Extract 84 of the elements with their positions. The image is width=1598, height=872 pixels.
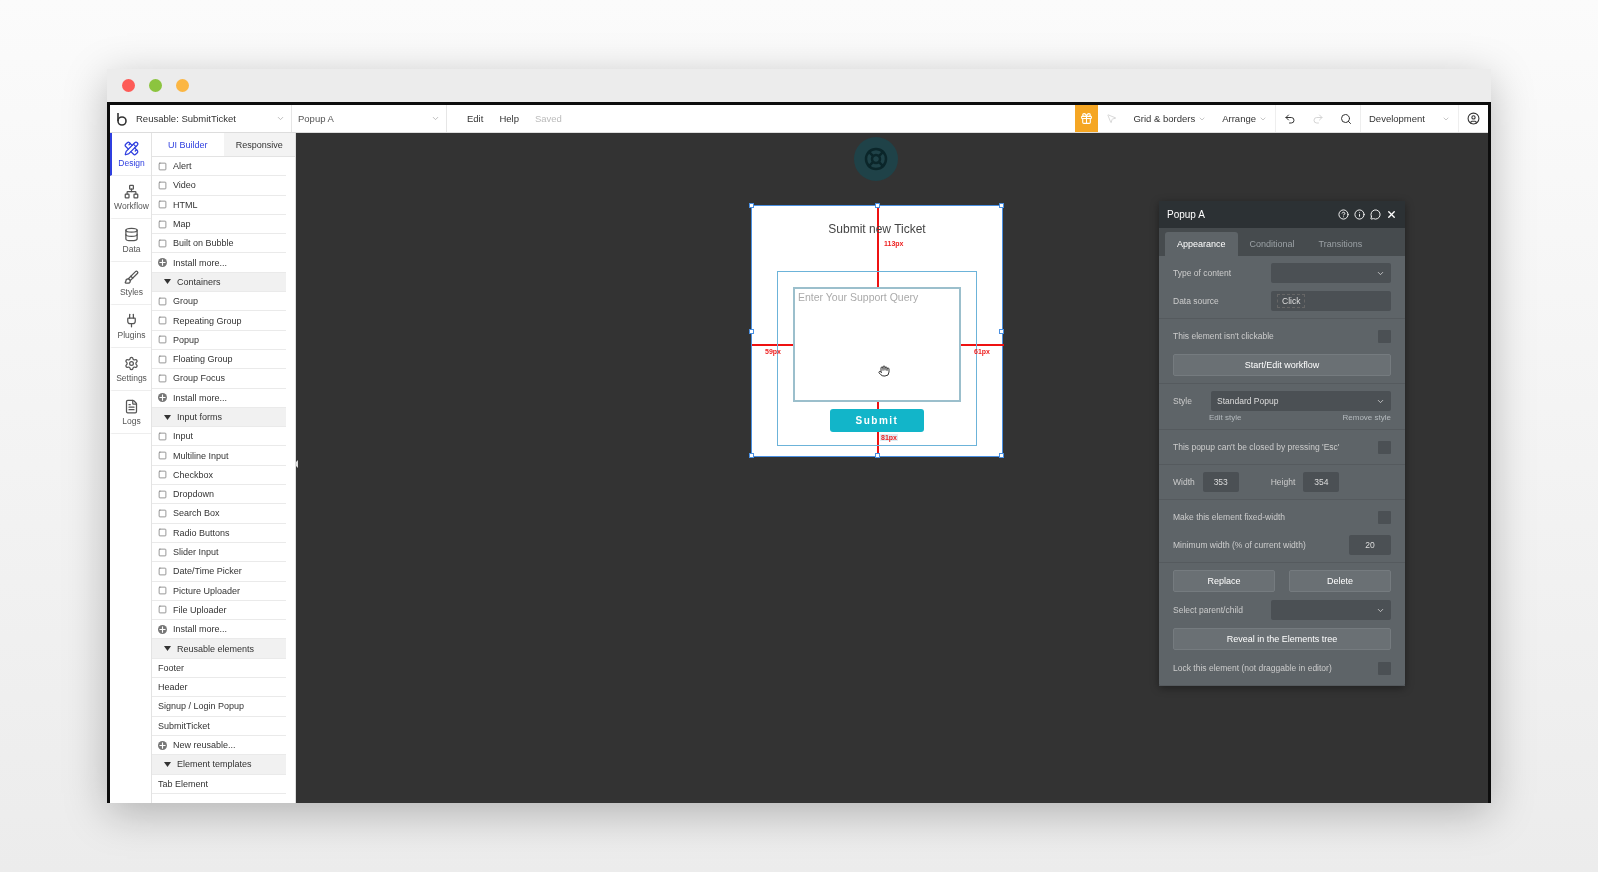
section-header[interactable]: Reusable elements	[152, 639, 286, 659]
grid-menu[interactable]: Grid & borders	[1125, 105, 1215, 132]
resize-handle[interactable]	[749, 329, 754, 334]
user-icon[interactable]	[1467, 112, 1480, 125]
comment-icon[interactable]	[1370, 209, 1381, 220]
style-dropdown[interactable]: Standard Popup	[1211, 391, 1391, 411]
caret-icon	[164, 761, 171, 767]
field-label: Make this element fixed-width	[1173, 512, 1285, 522]
info-icon[interactable]	[1354, 209, 1365, 220]
environment-dropdown[interactable]: Development	[1361, 105, 1459, 132]
resize-handle[interactable]	[999, 203, 1004, 208]
guide-line	[961, 344, 1004, 346]
nav-item[interactable]: Workflow	[110, 176, 151, 219]
nav-icon	[124, 312, 139, 328]
nav-item[interactable]: Logs	[110, 391, 151, 434]
hand-cursor-icon	[878, 365, 890, 377]
caret-icon	[431, 114, 440, 123]
replace-button[interactable]: Replace	[1173, 570, 1275, 592]
arrange-menu[interactable]: Arrange	[1214, 105, 1276, 132]
caret-icon	[164, 414, 171, 420]
gift-button[interactable]	[1075, 105, 1099, 132]
field-label: This popup can't be closed by pressing 'Esc'	[1173, 442, 1340, 452]
width-field[interactable]: 353	[1202, 472, 1239, 492]
field-label: Type of content	[1173, 268, 1232, 278]
plus-icon	[158, 624, 167, 634]
caret-icon	[164, 646, 171, 652]
input-field[interactable]: Click	[1271, 291, 1391, 311]
window-control[interactable]	[149, 79, 162, 92]
action-button[interactable]: Reveal in the Elements tree	[1173, 628, 1391, 650]
field-label: Lock this element (not draggable in editor)	[1173, 663, 1332, 673]
plus-icon	[158, 258, 167, 268]
action-button[interactable]: Start/Edit workflow	[1173, 354, 1391, 376]
panel-title: Popup A	[1167, 209, 1206, 220]
caret-icon	[276, 114, 285, 123]
resize-handle[interactable]	[875, 203, 880, 208]
field-label: Select parent/child	[1173, 605, 1243, 615]
caret-icon	[164, 279, 171, 285]
section-header[interactable]: Input forms	[152, 407, 286, 428]
section-header[interactable]: Element templates	[152, 755, 286, 775]
window-control[interactable]	[122, 79, 135, 92]
nav-item[interactable]: Styles	[110, 262, 151, 305]
nav-icon	[124, 226, 139, 242]
property-tab[interactable]: Transitions	[1306, 232, 1375, 256]
resize-handle[interactable]	[749, 453, 754, 458]
panel-tab[interactable]: Responsive	[223, 133, 295, 157]
menu-item[interactable]: Help	[491, 113, 527, 124]
nav-icon	[124, 269, 139, 285]
undo-icon[interactable]	[1284, 112, 1296, 125]
resize-handle[interactable]	[749, 203, 754, 208]
nav-item[interactable]: Settings	[110, 348, 151, 391]
close-icon[interactable]	[1386, 209, 1397, 220]
gift-icon	[1080, 112, 1094, 125]
nav-item[interactable]: Plugins	[110, 305, 151, 348]
element-dropdown[interactable]: Popup A	[292, 105, 447, 132]
field-label: Style	[1173, 396, 1192, 406]
field-label: Height	[1270, 477, 1296, 487]
nav-icon	[124, 183, 139, 199]
search-icon[interactable]	[1340, 112, 1352, 125]
field-label: This element isn't clickable	[1173, 331, 1274, 341]
delete-button[interactable]: Delete	[1289, 570, 1391, 592]
nav-icon	[124, 140, 139, 156]
height-field[interactable]: 354	[1303, 472, 1340, 492]
property-tab[interactable]: Appearance	[1165, 232, 1238, 256]
field-label: Width	[1173, 477, 1195, 487]
logo-icon	[114, 110, 128, 127]
resize-handle[interactable]	[999, 453, 1004, 458]
element-icon	[158, 316, 167, 325]
nav-icon	[124, 398, 139, 414]
plus-icon	[158, 393, 167, 403]
element-icon	[158, 509, 167, 518]
field-label: Data source	[1173, 296, 1219, 306]
menu-item[interactable]: Edit	[459, 113, 492, 124]
guide-line	[752, 344, 793, 346]
plus-icon	[158, 740, 167, 750]
resize-handle[interactable]	[875, 453, 880, 458]
nav-icon	[124, 355, 139, 371]
help-icon[interactable]	[1338, 209, 1349, 220]
nav-item[interactable]: Data	[110, 219, 151, 262]
field-label: Minimum width (% of current width)	[1173, 540, 1306, 550]
number-field[interactable]: 20	[1349, 535, 1391, 555]
property-tab[interactable]: Conditional	[1237, 232, 1307, 256]
section-header[interactable]: Containers	[152, 272, 286, 293]
resize-handle[interactable]	[999, 329, 1004, 334]
page-dropdown[interactable]: Reusable: SubmitTicket	[130, 105, 292, 132]
